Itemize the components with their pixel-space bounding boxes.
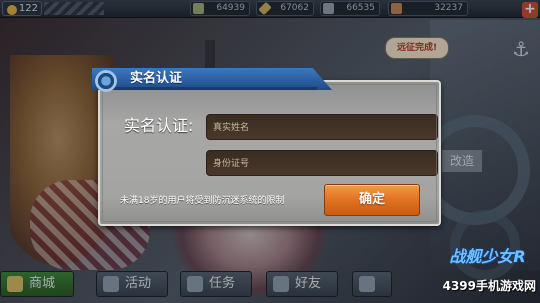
anti-addiction-notice: 未满18岁的用户将受到防沉迷系统的限制 [120, 196, 285, 206]
name-input[interactable] [207, 116, 437, 140]
realname-label: 实名认证: [124, 116, 194, 135]
site-watermark: 4399手机游戏网 [442, 279, 536, 293]
realname-dialog: 实名认证: 未满18岁的用户将受到防沉迷系统的限制 确定 实名认证 [92, 68, 443, 226]
title-gear-icon [95, 70, 117, 92]
dialog-title: 实名认证 [130, 71, 183, 86]
name-field[interactable] [206, 114, 438, 140]
id-number-field[interactable] [206, 150, 438, 176]
confirm-button[interactable]: 确定 [324, 184, 420, 216]
game-logo: 战舰少女R [449, 247, 526, 266]
dialog-body: 实名认证: 未满18岁的用户将受到防沉迷系统的限制 确定 [98, 80, 441, 226]
id-number-input[interactable] [207, 152, 437, 176]
